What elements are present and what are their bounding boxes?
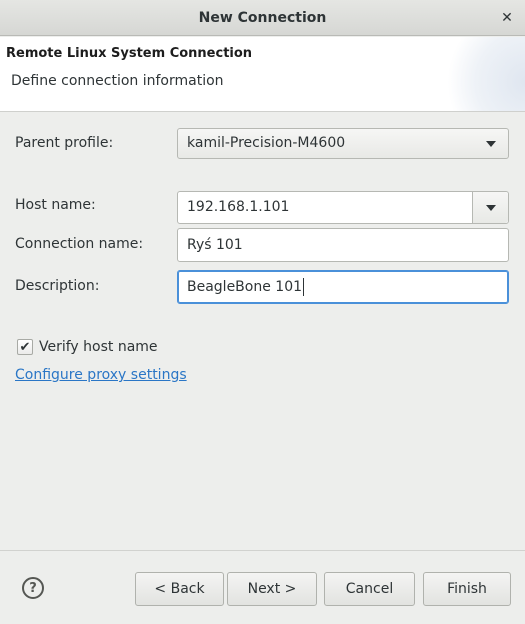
verify-host-label[interactable]: Verify host name — [39, 339, 158, 355]
description-label: Description: — [15, 278, 100, 294]
next-button[interactable]: Next > — [227, 572, 317, 606]
parent-profile-value: kamil-Precision-M4600 — [187, 135, 346, 151]
host-name-input[interactable]: 192.168.1.101 — [187, 192, 289, 223]
connection-name-input[interactable] — [177, 228, 509, 262]
page-title: Remote Linux System Connection — [6, 46, 253, 61]
description-input[interactable]: BeagleBone 101 — [177, 270, 509, 304]
host-name-combo[interactable]: 192.168.1.101 — [177, 191, 509, 224]
chevron-down-icon — [486, 141, 496, 147]
wizard-header: Remote Linux System Connection Define co… — [0, 37, 525, 112]
checkmark-icon: ✔ — [19, 339, 31, 355]
text-caret — [303, 278, 305, 296]
title-bar: New Connection ✕ — [0, 0, 525, 36]
configure-proxy-link[interactable]: Configure proxy settings — [15, 367, 187, 383]
window-title: New Connection — [198, 10, 327, 26]
parent-profile-label: Parent profile: — [15, 135, 114, 151]
page-subtitle: Define connection information — [11, 73, 224, 89]
host-name-label: Host name: — [15, 197, 96, 213]
host-name-dropdown-button[interactable] — [472, 192, 508, 223]
close-icon[interactable]: ✕ — [497, 8, 517, 28]
description-value: BeagleBone 101 — [187, 279, 303, 295]
finish-button[interactable]: Finish — [423, 572, 511, 606]
button-bar: ? < Back Next > Cancel Finish — [0, 550, 525, 624]
chevron-down-icon — [486, 205, 496, 211]
connection-name-label: Connection name: — [15, 236, 144, 252]
header-banner-graphic — [435, 37, 525, 111]
parent-profile-dropdown[interactable]: kamil-Precision-M4600 — [177, 128, 509, 159]
back-button[interactable]: < Back — [135, 572, 224, 606]
help-icon[interactable]: ? — [22, 577, 44, 599]
cancel-button[interactable]: Cancel — [324, 572, 415, 606]
verify-host-checkbox[interactable]: ✔ — [17, 339, 33, 355]
